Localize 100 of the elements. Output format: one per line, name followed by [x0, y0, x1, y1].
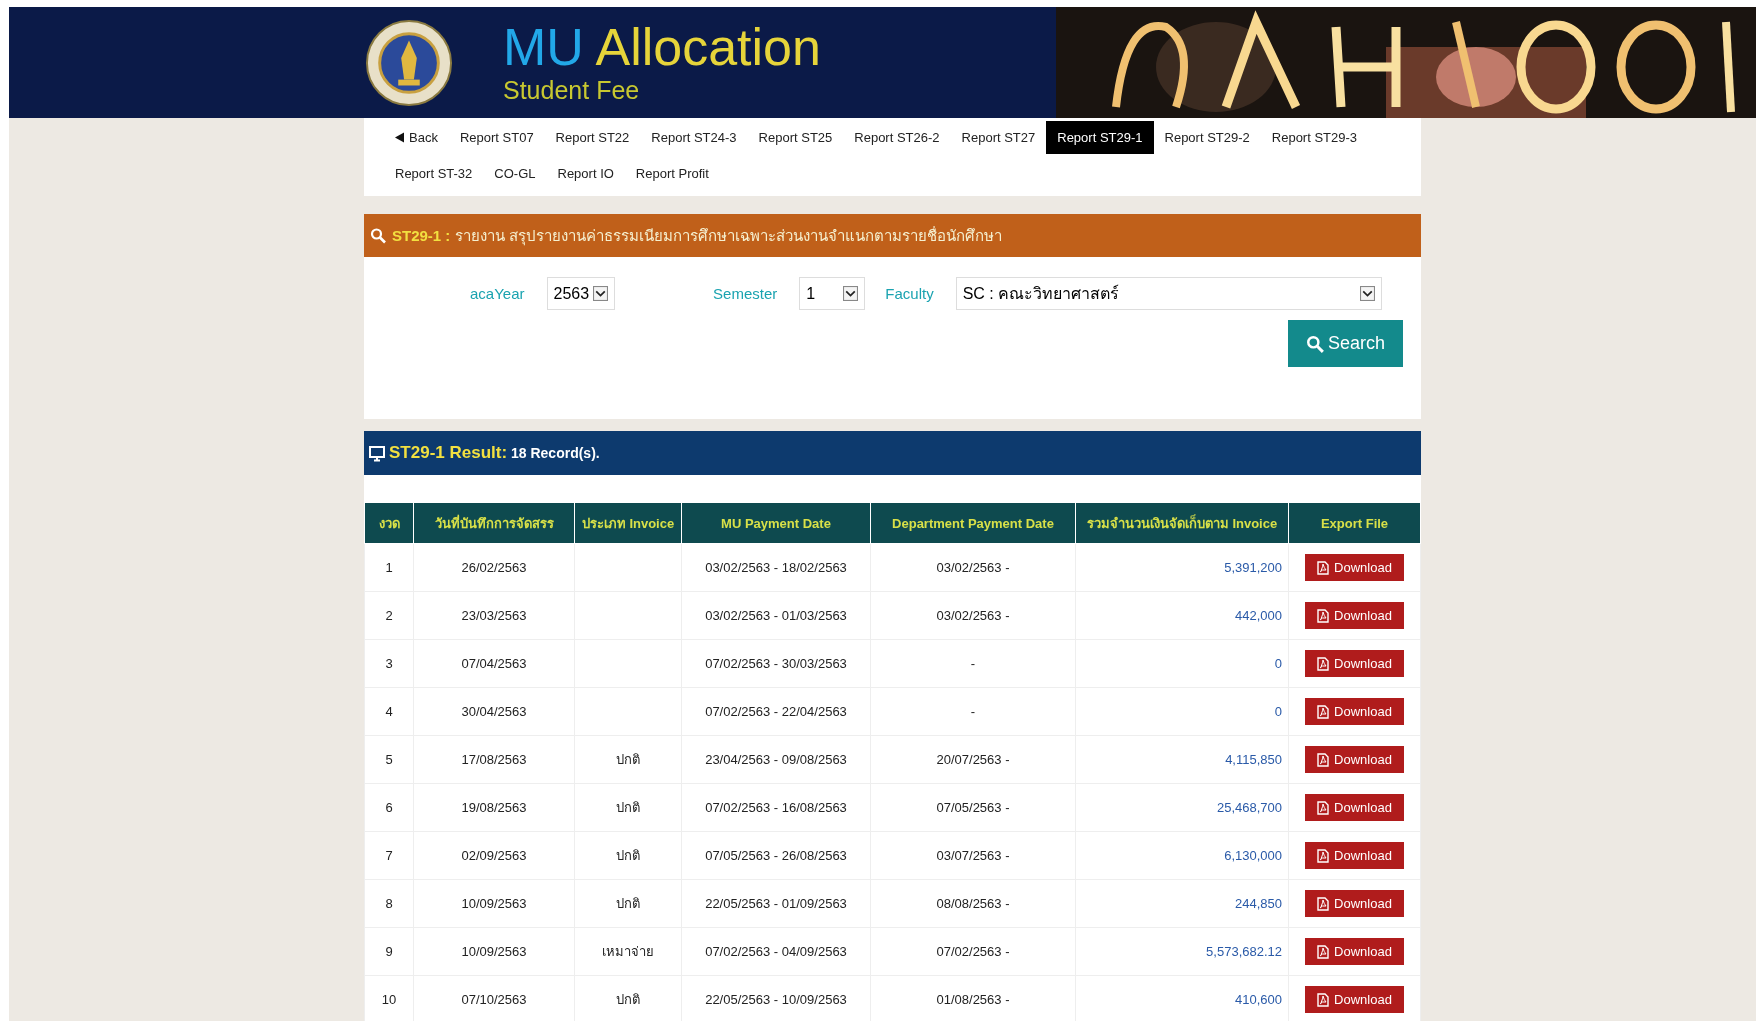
nav-tab[interactable]: Report ST29-2	[1153, 121, 1261, 154]
field-label: Faculty	[885, 285, 934, 302]
nav-tab[interactable]: Report ST-32	[384, 157, 484, 190]
pdf-file-icon	[1317, 896, 1330, 911]
download-button[interactable]: Download	[1305, 746, 1404, 773]
download-button[interactable]: Download	[1305, 602, 1404, 629]
nav-tab[interactable]: Report ST25	[747, 121, 844, 154]
row-number: 7	[385, 848, 393, 863]
download-button[interactable]: Download	[1305, 842, 1404, 869]
app-subtitle: Student Fee	[503, 76, 641, 105]
date-cell: 19/08/2563	[461, 800, 527, 815]
column-header: ประเภท Invoice	[574, 502, 682, 544]
date-cell: 07/05/2563 -	[936, 800, 1010, 815]
dropdown-icon	[843, 286, 859, 301]
row-number: 10	[381, 992, 397, 1007]
amount-cell: 25,468,700	[1216, 800, 1282, 815]
nav-tab[interactable]: CO-GL	[483, 157, 547, 190]
row-number: 6	[385, 800, 393, 815]
column-header: งวด	[364, 502, 414, 544]
invoice-type-cell: ปกติ	[616, 848, 640, 863]
row-number: 9	[385, 944, 393, 959]
nav-tab[interactable]: Report ST26-2	[843, 121, 951, 154]
column-header: MU Payment Date	[681, 502, 871, 544]
invoice-type-cell: เหมาจ่าย	[602, 944, 654, 959]
amount-cell: 0	[1274, 704, 1282, 719]
column-header: Department Payment Date	[870, 502, 1076, 544]
date-range-cell: 07/02/2563 - 22/04/2563	[705, 704, 847, 719]
pdf-file-icon	[1317, 608, 1330, 623]
date-range-cell: 23/04/2563 - 09/08/2563	[705, 752, 847, 767]
amount-cell: 5,573,682.12	[1206, 944, 1282, 959]
select-field[interactable]: 2563	[546, 277, 616, 310]
date-range-cell: 07/02/2563 - 04/09/2563	[705, 944, 847, 959]
date-range-cell: 03/02/2563 - 01/03/2563	[705, 608, 847, 623]
column-header: Export File	[1288, 502, 1421, 544]
date-range-cell: 22/05/2563 - 01/09/2563	[705, 896, 847, 911]
date-cell: 26/02/2563	[461, 560, 527, 575]
date-cell: 08/08/2563 -	[936, 896, 1010, 911]
nav-tab[interactable]: Report IO	[546, 157, 625, 190]
date-cell: -	[970, 656, 976, 671]
invoice-type-cell: ปกติ	[616, 896, 640, 911]
date-cell: 30/04/2563	[461, 704, 527, 719]
nav-tab[interactable]: Report ST07	[448, 121, 545, 154]
row-number: 2	[385, 608, 393, 623]
download-button[interactable]: Download	[1305, 554, 1404, 581]
date-cell: 20/07/2563 -	[936, 752, 1010, 767]
row-number: 3	[385, 656, 393, 671]
date-range-cell: 03/02/2563 - 18/02/2563	[705, 560, 847, 575]
nav-tab[interactable]: Report ST27	[950, 121, 1047, 154]
amount-cell: 6,130,000	[1224, 848, 1282, 863]
select-field[interactable]: 1	[799, 277, 866, 310]
pdf-file-icon	[1317, 704, 1330, 719]
amount-cell: 0	[1274, 656, 1282, 671]
nav-tab[interactable]: Report ST22	[544, 121, 641, 154]
nav-tab[interactable]: Report ST24-3	[640, 121, 748, 154]
nav-tab[interactable]: Report ST29-3	[1260, 121, 1369, 154]
select-field[interactable]: SC : คณะวิทยาศาสตร์	[955, 277, 1382, 310]
date-range-cell: 07/02/2563 - 30/03/2563	[705, 656, 847, 671]
pdf-file-icon	[1317, 848, 1330, 863]
date-cell: 10/09/2563	[461, 896, 527, 911]
dropdown-icon	[593, 286, 609, 301]
result-title: ST29-1 Result: 18 Record(s).	[389, 443, 600, 463]
nav-tab[interactable]: Report ST29-1	[1046, 121, 1154, 154]
row-number: 1	[385, 560, 393, 575]
pdf-file-icon	[1317, 560, 1330, 575]
pdf-file-icon	[1317, 992, 1330, 1007]
report-title: ST29-1 : รายงาน สรุปรายงานค่าธรรมเนียมการศึกษาเฉพาะส่วนงานจำแนกตามรายชื่อนักศึกษา	[392, 225, 1002, 248]
date-range-cell: 07/05/2563 - 26/08/2563	[705, 848, 847, 863]
amount-cell: 442,000	[1235, 608, 1282, 623]
search-icon	[1305, 334, 1324, 353]
date-cell: 01/08/2563 -	[936, 992, 1010, 1007]
download-button[interactable]: Download	[1305, 986, 1404, 1013]
download-button[interactable]: Download	[1305, 650, 1404, 677]
monitor-icon	[369, 444, 385, 462]
download-button[interactable]: Download	[1305, 698, 1404, 725]
back-arrow-icon	[395, 131, 405, 143]
pdf-file-icon	[1317, 800, 1330, 815]
search-button[interactable]: Search	[1287, 320, 1403, 367]
download-button[interactable]: Download	[1305, 938, 1404, 965]
date-range-cell: 22/05/2563 - 10/09/2563	[705, 992, 847, 1007]
pdf-file-icon	[1317, 656, 1330, 671]
date-cell: 03/02/2563 -	[936, 608, 1010, 623]
field-label: Semester	[713, 285, 778, 302]
date-cell: 17/08/2563	[461, 752, 527, 767]
date-cell: 07/02/2563 -	[936, 944, 1010, 959]
nav-tab[interactable]: Report Profit	[624, 157, 720, 190]
back-link[interactable]: Back	[384, 121, 449, 154]
download-button[interactable]: Download	[1305, 794, 1404, 821]
invoice-type-cell: ปกติ	[616, 992, 640, 1007]
date-cell: 02/09/2563	[461, 848, 527, 863]
amount-cell: 244,850	[1235, 896, 1282, 911]
app-title: MU Allocation	[503, 20, 821, 74]
search-icon	[370, 227, 386, 244]
row-number: 5	[385, 752, 393, 767]
date-range-cell: 07/02/2563 - 16/08/2563	[705, 800, 847, 815]
invoice-type-cell: ปกติ	[616, 752, 640, 767]
download-button[interactable]: Download	[1305, 890, 1404, 917]
invoice-type-cell: ปกติ	[616, 800, 640, 815]
column-header: รวมจำนวนเงินจัดเก็บตาม Invoice	[1075, 502, 1289, 544]
pdf-file-icon	[1317, 752, 1330, 767]
row-number: 4	[385, 704, 393, 719]
